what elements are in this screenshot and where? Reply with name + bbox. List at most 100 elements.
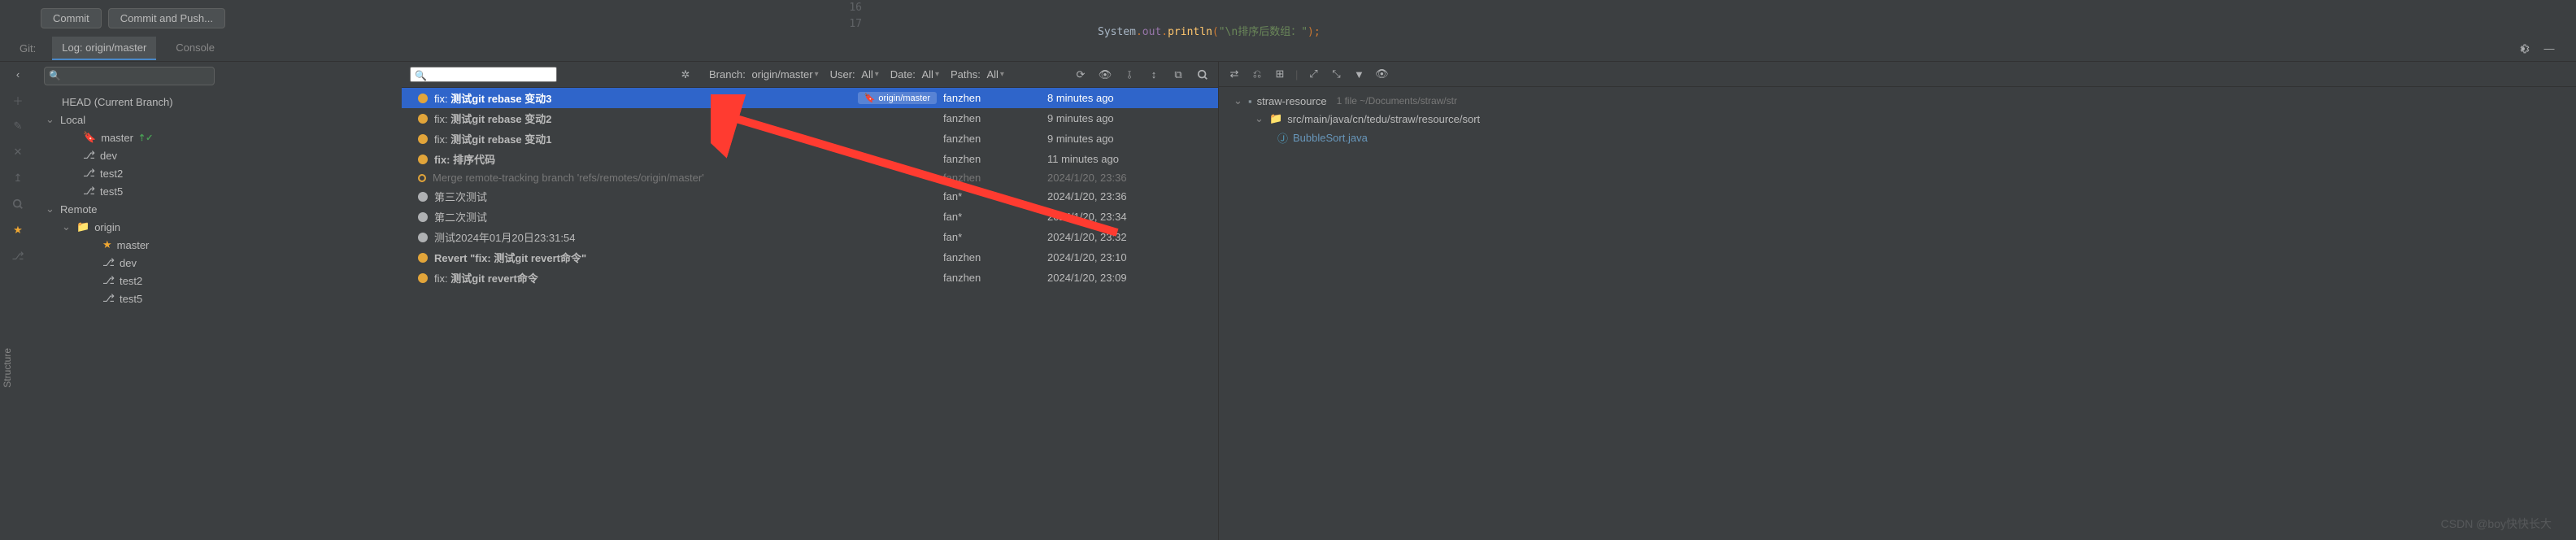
commit-row[interactable]: 第三次测试fan*2024/1/20, 23:36 — [402, 186, 1218, 207]
date-filter[interactable]: Date: All▾ — [890, 68, 939, 81]
graph-dot-icon — [418, 114, 428, 124]
commit-author: fan* — [943, 231, 1041, 243]
branch-local-master[interactable]: 🔖 master ⇡✓ — [36, 128, 402, 146]
edit-icon[interactable]: ✎ — [11, 119, 25, 133]
structure-tool-window-tab[interactable]: Structure — [0, 342, 15, 394]
commit-author: fan* — [943, 211, 1041, 223]
branch-local-test2[interactable]: ⎇ test2 — [36, 164, 402, 182]
commit-message: fix: 排序代码 — [434, 151, 937, 167]
branch-icon: ⎇ — [83, 185, 95, 198]
commit-date: 2024/1/20, 23:10 — [1047, 251, 1210, 263]
commit-date: 9 minutes ago — [1047, 133, 1210, 145]
chevron-down-icon: ▾ — [815, 70, 819, 79]
code-line: System.out.println("\n排序后数组："); — [1098, 24, 1321, 41]
branch-origin-master[interactable]: ★ master — [36, 236, 402, 254]
branch-icon: ⎇ — [83, 149, 95, 162]
branch-origin-test2[interactable]: ⎇ test2 — [36, 272, 402, 290]
preview-icon[interactable]: 👁 — [1374, 67, 1389, 81]
changed-file[interactable]: Ⓙ BubbleSort.java — [1222, 128, 2573, 148]
remote-origin-group[interactable]: ⌄ 📁 origin — [36, 218, 402, 236]
minimize-icon[interactable]: — — [2542, 41, 2556, 56]
tab-log[interactable]: Log: origin/master — [52, 37, 156, 60]
files-root[interactable]: ⌄ ▪ straw-resource 1 file ~/Documents/st… — [1222, 92, 2573, 110]
commit-row[interactable]: 测试2024年01月20日23:31:54fan*2024/1/20, 23:3… — [402, 227, 1218, 247]
commit-row[interactable]: fix: 测试git rebase 变动2fanzhen9 minutes ag… — [402, 108, 1218, 128]
commit-button[interactable]: Commit — [41, 8, 102, 28]
commit-date: 8 minutes ago — [1047, 92, 1210, 104]
branch-filter[interactable]: Branch: origin/master▾ — [709, 68, 819, 81]
revert-icon[interactable]: ⎌ — [1250, 67, 1264, 81]
graph-dot-icon — [418, 174, 426, 182]
module-icon: ▪ — [1248, 95, 1252, 107]
arrow-up-icon[interactable]: ↥ — [11, 171, 25, 185]
changed-files-panel: ⇄ ⎌ ⊞ | ⤢ ⤡ ▼ 👁 ⌄ ▪ straw-resource 1 fil… — [1218, 62, 2576, 540]
star-icon[interactable]: ★ — [11, 223, 25, 237]
branch-origin-test5[interactable]: ⎇ test5 — [36, 290, 402, 307]
diff-icon[interactable]: ⇄ — [1227, 67, 1242, 81]
tag-icon: 🔖 — [83, 131, 96, 144]
branch-origin-dev[interactable]: ⎇ dev — [36, 254, 402, 272]
search-icon[interactable] — [1195, 68, 1210, 82]
eye-icon[interactable]: 👁 — [1098, 68, 1112, 82]
branches-panel: 🔍 HEAD (Current Branch) ⌄ Local 🔖 master… — [36, 62, 402, 540]
commit-row[interactable]: 第二次测试fan*2024/1/20, 23:34 — [402, 207, 1218, 227]
commit-row[interactable]: fix: 测试git revert命令fanzhen2024/1/20, 23:… — [402, 268, 1218, 288]
intellisort-icon[interactable]: ↕ — [1147, 68, 1161, 82]
graph-dot-icon — [418, 134, 428, 144]
tab-console[interactable]: Console — [166, 37, 224, 60]
commit-date: 11 minutes ago — [1047, 153, 1210, 165]
branch-local-test5[interactable]: ⎇ test5 — [36, 182, 402, 200]
line-number: 17 — [829, 16, 862, 33]
log-search-input[interactable] — [410, 67, 557, 82]
search-icon: 🔍 — [49, 70, 61, 81]
commit-row[interactable]: fix: 测试git rebase 变动1fanzhen9 minutes ag… — [402, 128, 1218, 149]
commit-date: 9 minutes ago — [1047, 112, 1210, 124]
commit-row[interactable]: fix: 测试git rebase 变动3🔖origin/masterfanzh… — [402, 88, 1218, 108]
commit-author: fanzhen — [943, 172, 1041, 184]
commit-author: fanzhen — [943, 133, 1041, 145]
graph-dot-icon — [418, 273, 428, 283]
branch-search-input[interactable] — [44, 67, 215, 85]
remote-branches-group[interactable]: ⌄ Remote — [36, 200, 402, 218]
chevron-down-icon: ⌄ — [1234, 94, 1243, 107]
group-icon[interactable]: ⊞ — [1273, 67, 1287, 81]
head-branch-item[interactable]: HEAD (Current Branch) — [36, 94, 402, 111]
user-filter[interactable]: User: All▾ — [830, 68, 879, 81]
branch-local-dev[interactable]: ⎇ dev — [36, 146, 402, 164]
paths-filter[interactable]: Paths: All▾ — [951, 68, 1004, 81]
commit-row[interactable]: Revert "fix: 测试git revert命令" fanzhen 2024/… — [402, 247, 1218, 268]
files-package[interactable]: ⌄ 📁 src/main/java/cn/tedu/straw/resource… — [1222, 110, 2573, 128]
folder-icon: 📁 — [1269, 112, 1282, 125]
commit-date: 2024/1/20, 23:36 — [1047, 190, 1210, 202]
star-icon: ★ — [102, 238, 112, 251]
commit-author: fanzhen — [943, 251, 1041, 263]
regex-icon[interactable]: ✲ — [678, 68, 693, 82]
java-file-icon: Ⓙ — [1277, 130, 1288, 146]
commit-date: 2024/1/20, 23:34 — [1047, 211, 1210, 223]
tracking-badge: ⇡✓ — [138, 133, 153, 143]
commit-message: Revert "fix: 测试git revert命令" — [434, 250, 937, 265]
cherry-pick-icon[interactable]: ⫱ — [1122, 68, 1137, 82]
more-icon[interactable]: ⎇ — [11, 249, 25, 263]
filter-icon[interactable]: ▼ — [1351, 67, 1366, 81]
commit-row[interactable]: fix: 排序代码fanzhen11 minutes ago — [402, 149, 1218, 169]
search-icon[interactable] — [11, 197, 25, 211]
branch-icon: ⎇ — [102, 256, 115, 269]
refresh-icon[interactable]: ⟳ — [1073, 68, 1088, 82]
commit-log-panel: 🔍 ✲ Branch: origin/master▾ User: All▾ Da… — [402, 62, 1218, 540]
branch-icon: ⎇ — [83, 167, 95, 180]
collapse-icon[interactable]: ⤡ — [1329, 67, 1343, 81]
delete-icon[interactable]: ✕ — [11, 145, 25, 159]
add-icon[interactable]: ＋ — [11, 93, 25, 107]
branch-tag-badge: 🔖origin/master — [858, 92, 937, 104]
commit-push-button[interactable]: Commit and Push... — [108, 8, 225, 28]
graph-dot-icon — [418, 94, 428, 103]
commit-row[interactable]: Merge remote-tracking branch 'refs/remot… — [402, 169, 1218, 186]
branch-icon: ⎇ — [102, 292, 115, 305]
open-new-tab-icon[interactable]: ⧉ — [1171, 68, 1186, 82]
chevron-down-icon: ▾ — [1000, 70, 1004, 79]
expand-left-icon[interactable]: ‹ — [11, 67, 25, 81]
local-branches-group[interactable]: ⌄ Local — [36, 111, 402, 128]
gear-icon[interactable] — [2516, 41, 2530, 56]
expand-icon[interactable]: ⤢ — [1306, 67, 1321, 81]
